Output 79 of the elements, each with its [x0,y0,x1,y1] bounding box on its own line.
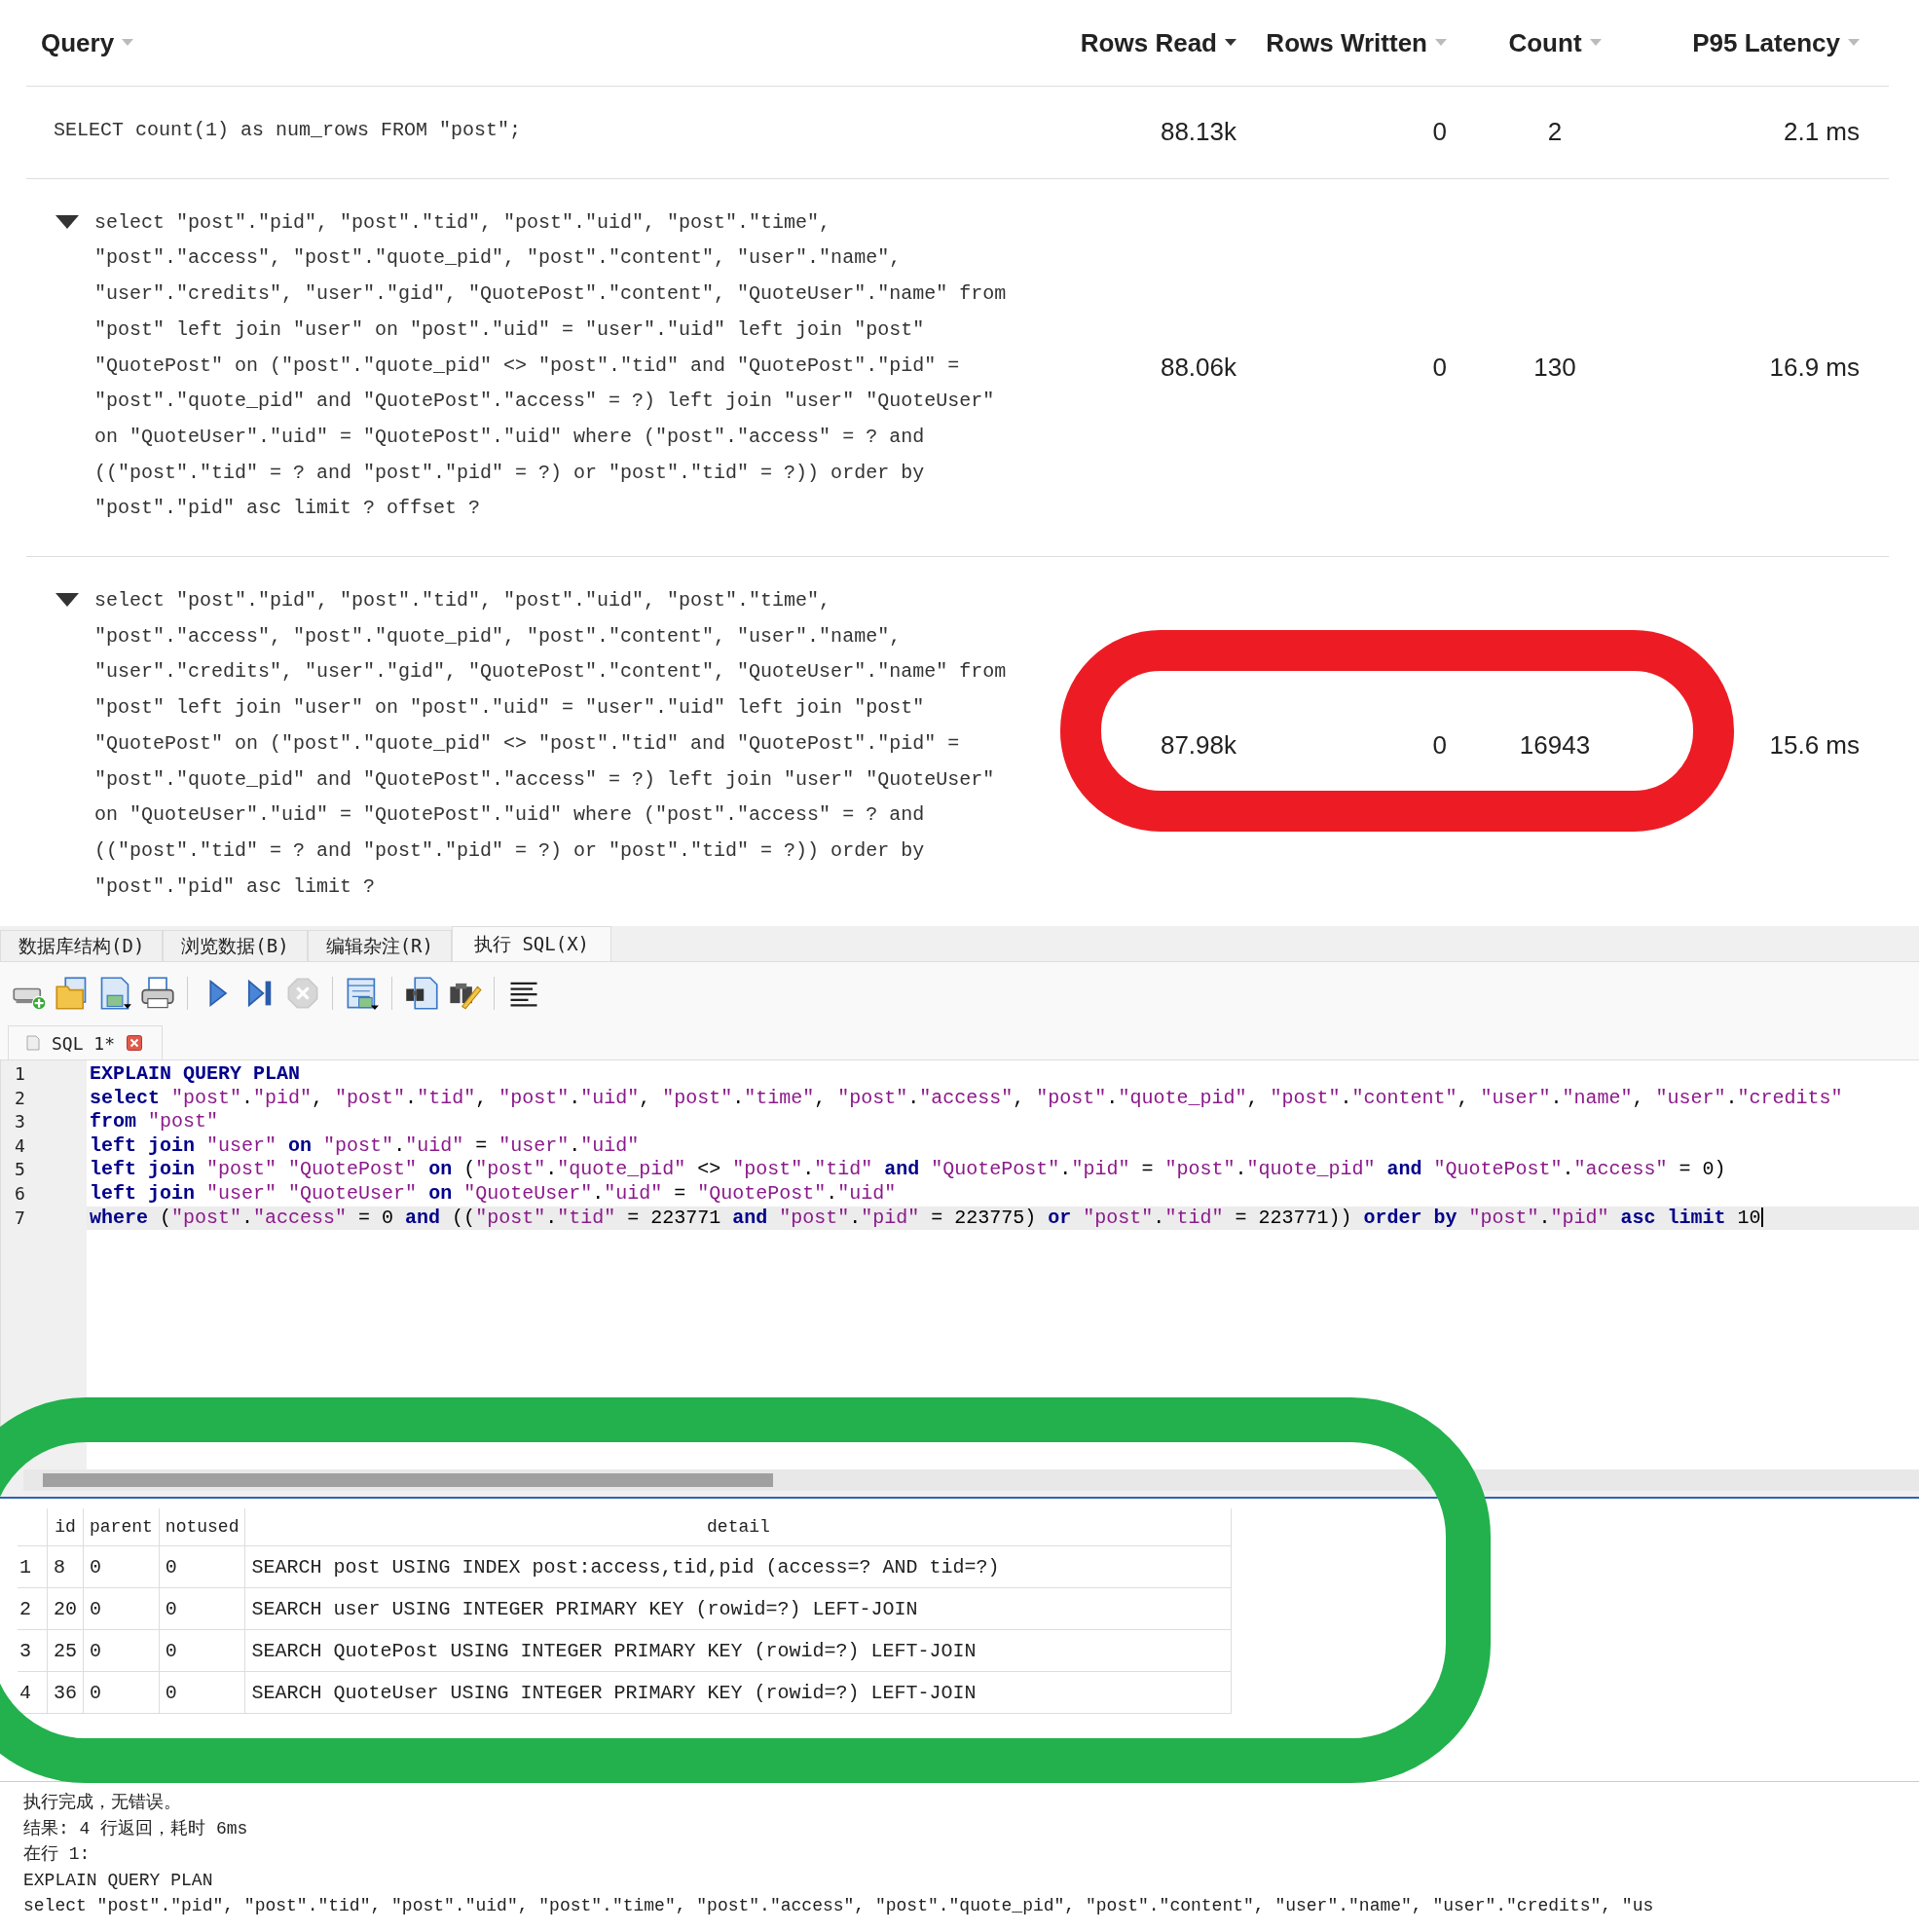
column-header[interactable]: Query [41,27,134,58]
table-cell: SEARCH user USING INTEGER PRIMARY KEY (rowid=?) LEFT-JOIN [244,1587,1232,1630]
line-number: 1 [14,1062,26,1086]
sort-caret-icon[interactable] [1225,39,1236,47]
horizontal-scrollbar[interactable] [23,1469,1919,1491]
message-line: EXPLAIN QUERY PLAN [23,1869,214,1892]
collapse-triangle-icon[interactable] [55,214,79,229]
line-number: 5 [14,1158,26,1182]
code-line: select "post"."pid", "post"."tid", "post"."uid", "post"."time", "post"."access", "post"."quote_pid", "post"."content", "user"."name", "user"."credits" [89,1086,1844,1111]
code-line: from "post" [89,1110,220,1134]
p95-latency: 2.1 ms [1783,117,1860,147]
table-cell: SEARCH post USING INDEX post:access,tid,pid (access=? AND tid=?) [244,1545,1232,1588]
collapse-triangle-icon[interactable] [55,593,79,608]
message-line: select "post"."pid", "post"."tid", "post"."uid", "post"."time", "post"."access", "post"."quote_pid", "post"."content", "user"."name", "user"."credits", "us [23,1895,1655,1917]
editor-tab[interactable]: SQL 1* [8,1025,164,1059]
column-header[interactable]: parent [83,1508,160,1546]
line-number: 7 [14,1206,26,1230]
main-tab[interactable]: 浏览数据(B) [163,930,308,961]
query-text: SELECT count(1) as num_rows FROM "post"; [54,118,523,143]
main-tab[interactable]: 执行 SQL(X) [452,926,612,961]
sql-editor[interactable] [0,1060,1919,1469]
column-header[interactable]: Count [1508,27,1602,58]
message-line: 结果: 4 行返回，耗时 6ms [23,1817,249,1840]
rows-written: 0 [1432,730,1447,761]
query-text: select "post"."pid", "post"."tid", "post"."uid", "post"."time", "post"."access", "post"."quote_pid", "post"."content", "user"."name", "user"."credits", "user"."gid", "QuotePost"."content", "QuoteUser"."name" from "post" left join "user" on "post"."uid" = "user"."uid" left join "post" "QuotePost" on ("post"."quote_pid" <> "post"."tid" and "QuotePost"."pid" = "post"."quote_pid" and "QuotePost"."access" = ?) left join "user" "QuoteUser" on "QuoteUser"."uid" = "QuotePost"."uid" where ("post"."access" = ? and (("post"."tid" = ? and "post"."pid" = ?) or "post"."tid" = ?)) order by "post"."pid" asc limit ? [94,588,1008,900]
code-line: left join "post" "QuotePost" on ("post"."quote_pid" <> "post"."tid" and "QuotePost"."pid" = "post"."quote_pid" and "QuotePost"."access" = 0) [89,1158,1727,1182]
count: 130 [1533,352,1576,382]
line-number: 6 [14,1181,26,1206]
find-icon[interactable] [404,976,439,1011]
row-number: 2 [18,1587,48,1630]
table-cell: 36 [47,1671,84,1714]
main-tab[interactable]: 编辑杂注(R) [307,930,452,961]
column-header[interactable]: Rows Read [1080,27,1236,58]
document-icon [26,1035,40,1051]
table-cell: 0 [159,1629,245,1672]
rows-written: 0 [1432,117,1447,147]
column-header[interactable]: id [47,1508,84,1546]
rows-read: 87.98k [1160,730,1236,761]
main-tab[interactable]: 数据库结构(D) [0,930,164,961]
code-line: left join "user" "QuoteUser" on "QuoteUser"."uid" = "QuotePost"."uid" [89,1181,898,1207]
rows-read: 88.06k [1160,352,1236,382]
table-cell: 0 [83,1587,160,1630]
rows-read: 88.13k [1160,117,1236,147]
column-header[interactable]: notused [159,1508,245,1546]
line-number: 2 [14,1086,26,1110]
close-icon[interactable] [127,1035,143,1051]
code-line: left join "user" on "post"."uid" = "user"."uid" [89,1133,641,1159]
scrollbar-thumb[interactable] [43,1473,773,1487]
table-cell: 0 [83,1671,160,1714]
column-header[interactable]: Rows Written [1266,27,1447,58]
row-number: 3 [18,1629,48,1672]
table-cell: 20 [47,1587,84,1630]
query-text: select "post"."pid", "post"."tid", "post"."uid", "post"."time", "post"."access", "post"."quote_pid", "post"."content", "user"."name", "user"."credits", "user"."gid", "QuotePost"."content", "QuoteUser"."name" from "post" left join "user" on "post"."uid" = "user"."uid" left join "post" "QuotePost" on ("post"."quote_pid" <> "post"."tid" and "QuotePost"."pid" = "post"."quote_pid" and "QuotePost"."access" = ?) left join "user" "QuoteUser" on "QuoteUser"."uid" = "QuotePost"."uid" where ("post"."access" = ? and (("post"."tid" = ? and "post"."pid" = ?) or "post"."tid" = ?)) order by "post"."pid" asc limit ? offset ? [94,209,1008,522]
row-number: 1 [18,1545,48,1588]
row-number: 4 [18,1671,48,1714]
rows-written: 0 [1432,352,1447,382]
message-line: 执行完成，无错误。 [23,1792,182,1814]
p95-latency: 16.9 ms [1769,352,1860,382]
print-icon[interactable] [140,976,175,1011]
column-header[interactable]: P95 Latency [1692,27,1860,58]
table-cell: SEARCH QuoteUser USING INTEGER PRIMARY KEY (rowid=?) LEFT-JOIN [244,1671,1232,1714]
table-cell: 0 [159,1545,245,1588]
editor-tab-label: SQL 1* [52,1032,116,1054]
message-line: 在行 1: [23,1843,92,1866]
count: 2 [1547,117,1563,147]
table-cell: 8 [47,1545,84,1588]
table-cell: 0 [159,1587,245,1630]
table-cell: 0 [159,1671,245,1714]
table-cell: 25 [47,1629,84,1672]
table-cell: 0 [83,1545,160,1588]
line-number: 4 [14,1133,26,1158]
count: 16943 [1519,730,1591,761]
p95-latency: 15.6 ms [1769,730,1860,761]
column-header[interactable]: detail [244,1508,1232,1546]
line-number: 3 [14,1110,26,1134]
code-line: EXPLAIN QUERY PLAN [89,1062,302,1087]
table-save-icon[interactable] [345,976,380,1011]
table-cell: SEARCH QuotePost USING INTEGER PRIMARY KEY (rowid=?) LEFT-JOIN [244,1629,1232,1672]
table-cell: 0 [83,1629,160,1672]
